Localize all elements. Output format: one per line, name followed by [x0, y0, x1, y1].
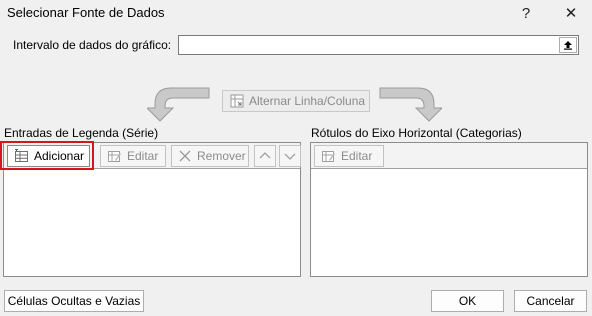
- remove-series-label: Remover: [197, 149, 246, 163]
- axis-labels-panel: Editar: [310, 142, 588, 277]
- remove-series-button[interactable]: Remover: [171, 145, 249, 167]
- add-series-label: Adicionar: [34, 149, 85, 163]
- switch-row-column-label: Alternar Linha/Coluna: [249, 94, 366, 108]
- edit-categories-label: Editar: [341, 149, 373, 163]
- switch-row-column-icon: [230, 94, 244, 108]
- move-down-button[interactable]: [279, 145, 301, 167]
- axis-labels-header: Rótulos do Eixo Horizontal (Categorias): [311, 126, 522, 140]
- cancel-button[interactable]: Cancelar: [514, 290, 587, 312]
- axis-labels-toolbar: Editar: [311, 143, 587, 169]
- axis-labels-list[interactable]: [311, 169, 587, 276]
- legend-entries-toolbar: Adicionar Editar Remover: [4, 143, 301, 169]
- data-range-input[interactable]: [178, 35, 579, 55]
- ok-button[interactable]: OK: [431, 290, 504, 312]
- close-icon: ✕: [564, 5, 578, 22]
- table-add-icon: [15, 149, 28, 162]
- move-up-button[interactable]: [254, 145, 276, 167]
- legend-entries-header: Entradas de Legenda (Série): [4, 126, 159, 140]
- chevron-up-icon: [259, 152, 271, 159]
- hidden-empty-cells-label: Células Ocultas e Vazias: [7, 294, 141, 308]
- chevron-down-icon: [284, 153, 296, 160]
- question-mark-icon: ?: [521, 4, 531, 22]
- data-range-label: Intervalo de dados do gráfico:: [13, 38, 172, 52]
- edit-categories-button[interactable]: Editar: [314, 145, 384, 167]
- window-title: Selecionar Fonte de Dados: [7, 5, 165, 20]
- legend-entries-list[interactable]: [4, 169, 300, 276]
- left-curved-arrow-icon: [147, 84, 213, 122]
- switch-row-column-button[interactable]: Alternar Linha/Coluna: [222, 90, 370, 112]
- add-series-button[interactable]: Adicionar: [7, 145, 90, 167]
- help-button[interactable]: ?: [512, 2, 540, 24]
- close-button[interactable]: ✕: [557, 2, 585, 24]
- collapse-dialog-icon: [564, 41, 572, 50]
- hidden-empty-cells-button[interactable]: Células Ocultas e Vazias: [4, 290, 144, 312]
- cancel-label: Cancelar: [526, 294, 575, 308]
- edit-series-button[interactable]: Editar: [100, 145, 166, 167]
- legend-entries-panel: Adicionar Editar Remover: [3, 142, 301, 277]
- ok-label: OK: [458, 294, 477, 308]
- edit-series-label: Editar: [127, 149, 159, 163]
- collapse-dialog-button[interactable]: [559, 37, 577, 53]
- edit-icon: [322, 151, 335, 162]
- edit-icon: [108, 151, 121, 162]
- right-curved-arrow-icon: [376, 84, 442, 122]
- remove-x-icon: [179, 150, 191, 162]
